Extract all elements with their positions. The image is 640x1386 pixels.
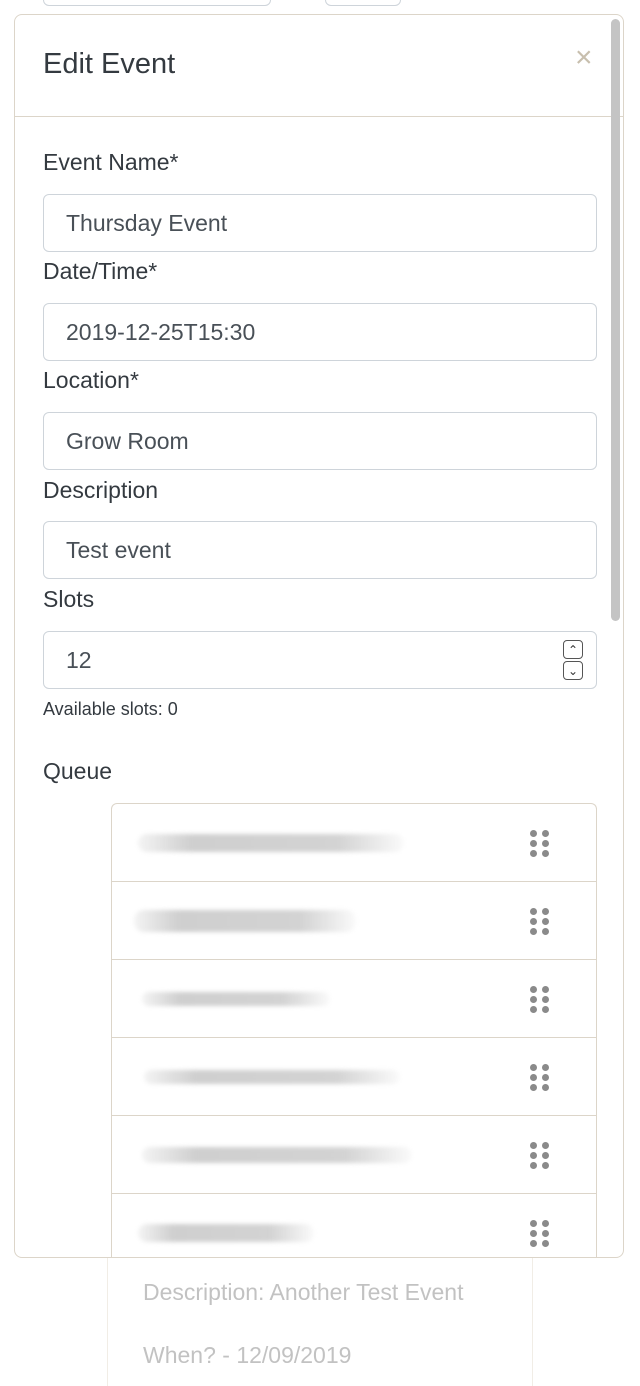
slots-value: 12 [66, 647, 92, 673]
event-name-input[interactable]: Thursday Event [43, 194, 597, 252]
location-label: Location* [43, 367, 139, 393]
available-slots-text: Available slots: 0 [43, 699, 178, 719]
redacted-name [138, 834, 404, 852]
queue-list [111, 803, 597, 1257]
background-event-when: When? - 12/09/2019 [143, 1342, 352, 1368]
queue-label: Queue [43, 758, 113, 784]
modal-title: Edit Event [43, 48, 176, 80]
queue-item[interactable] [111, 1037, 597, 1115]
queue-item[interactable] [111, 959, 597, 1037]
event-name-label: Event Name* [43, 149, 179, 175]
drag-handle-icon[interactable] [530, 830, 550, 858]
redacted-name [134, 910, 356, 932]
drag-handle-icon[interactable] [530, 1142, 550, 1170]
location-input[interactable]: Grow Room [43, 412, 597, 470]
redacted-name [142, 992, 330, 1006]
drag-handle-icon[interactable] [530, 1064, 550, 1092]
date-time-input[interactable]: 2019-12-25T15:30 [43, 303, 597, 361]
queue-item[interactable] [111, 803, 597, 881]
date-time-label: Date/Time* [43, 258, 158, 284]
redacted-name [138, 1224, 314, 1242]
chevron-down-icon[interactable]: ⌄ [563, 661, 583, 680]
drag-handle-icon[interactable] [530, 1220, 550, 1248]
background-event-description: Description: Another Test Event [143, 1279, 464, 1305]
drag-handle-icon[interactable] [530, 908, 550, 936]
queue-item[interactable] [111, 881, 597, 959]
queue-item[interactable] [111, 1115, 597, 1193]
slots-input[interactable]: 12 ⌃ ⌄ [43, 631, 597, 689]
slots-spinner: ⌃ ⌄ [563, 640, 585, 682]
description-label: Description [43, 477, 159, 503]
slots-label: Slots [43, 586, 95, 612]
redacted-name [144, 1070, 400, 1084]
chevron-up-icon[interactable]: ⌃ [563, 640, 583, 659]
modal-header: Edit Event × [15, 15, 623, 117]
background-input [43, 0, 271, 6]
redacted-name [142, 1147, 412, 1163]
drag-handle-icon[interactable] [530, 986, 550, 1014]
background-button [325, 0, 401, 6]
edit-event-modal: Edit Event × Event Name* Thursday Event … [14, 14, 624, 1258]
modal-scrollbar[interactable] [611, 19, 620, 621]
description-input[interactable]: Test event [43, 521, 597, 579]
close-icon[interactable]: × [575, 43, 593, 73]
queue-item[interactable] [111, 1193, 597, 1257]
